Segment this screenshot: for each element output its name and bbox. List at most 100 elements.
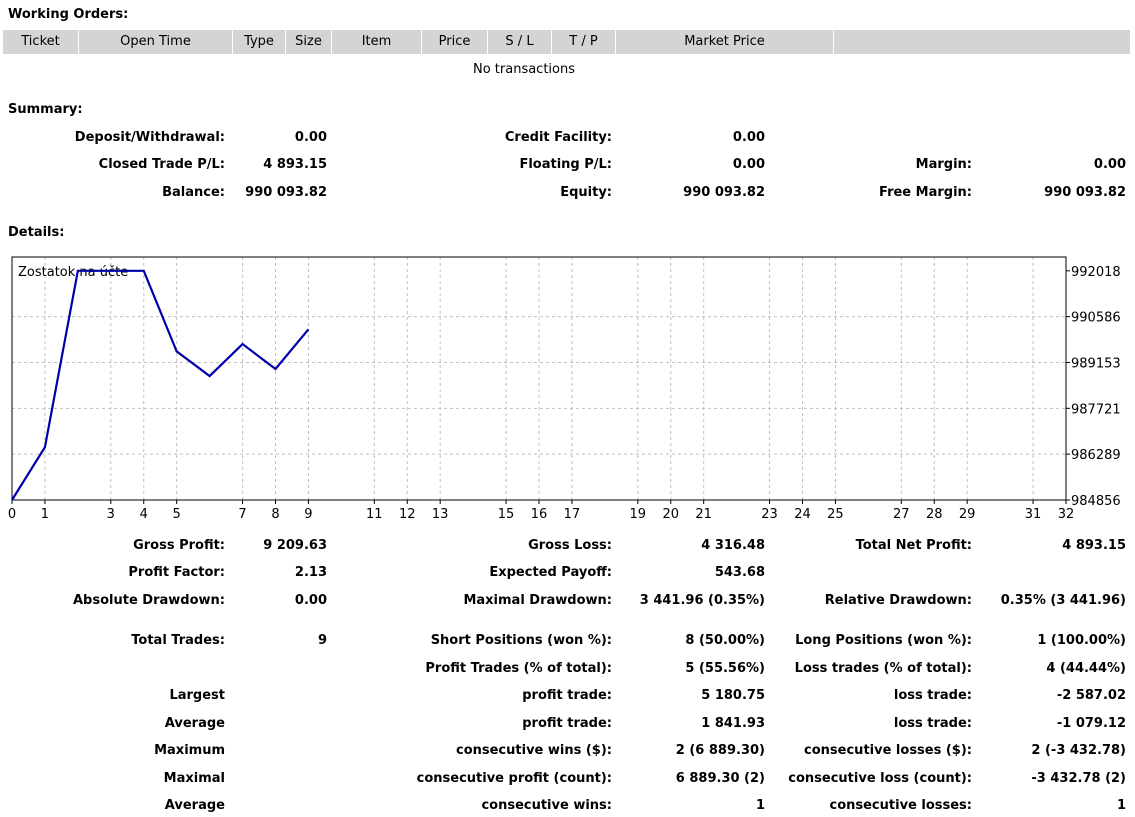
deposit-value: 0.00: [294, 130, 327, 145]
x-tick-label: 4: [140, 507, 148, 522]
loss-trades-value: 4 (44.44%): [1046, 661, 1126, 676]
chart-series: [11, 269, 310, 501]
x-tick-label: 29: [959, 507, 976, 522]
deposit-label: Deposit/Withdrawal:: [74, 130, 225, 145]
free-margin-label: Free Margin:: [879, 185, 972, 200]
closed-pl-value: 4 893.15: [263, 157, 327, 172]
average-profit-trade-label: profit trade:: [522, 716, 612, 731]
maximal-label: Maximal: [163, 771, 225, 786]
x-tick-label: 15: [498, 507, 515, 522]
balance-value: 990 093.82: [245, 185, 327, 200]
maximal-consecutive-loss-label: consecutive loss (count):: [788, 771, 972, 786]
column-header-market-price[interactable]: Market Price: [616, 30, 834, 54]
column-header-type[interactable]: Type: [233, 30, 286, 54]
long-positions-value: 1 (100.00%): [1037, 633, 1126, 648]
max-consecutive-losses-label: consecutive losses ($):: [804, 743, 972, 758]
largest-label: Largest: [169, 688, 225, 703]
gross-loss-label: Gross Loss:: [528, 538, 612, 553]
column-header-size[interactable]: Size: [286, 30, 332, 54]
x-tick-label: 7: [238, 507, 246, 522]
short-positions-value: 8 (50.00%): [685, 633, 765, 648]
margin-value: 0.00: [1093, 157, 1126, 172]
equity-value: 990 093.82: [683, 185, 765, 200]
working-orders-header: Ticket Open Time Type Size Item Price S …: [3, 30, 1130, 54]
maximal-consecutive-profit-label: consecutive profit (count):: [416, 771, 612, 786]
x-tick-label: 21: [695, 507, 712, 522]
relative-drawdown-label: Relative Drawdown:: [824, 593, 972, 608]
average-consecutive-losses-value: 1: [1116, 798, 1126, 813]
details-title: Details:: [8, 225, 65, 240]
total-net-profit-label: Total Net Profit:: [855, 538, 972, 553]
column-header-tp[interactable]: T / P: [552, 30, 616, 54]
column-header-item[interactable]: Item: [332, 30, 422, 54]
expected-payoff-label: Expected Payoff:: [489, 565, 612, 580]
expected-payoff-value: 543.68: [714, 565, 765, 580]
column-header-sl[interactable]: S / L: [488, 30, 552, 54]
column-header-open-time[interactable]: Open Time: [79, 30, 233, 54]
average-consecutive-label: Average: [164, 798, 225, 813]
largest-profit-trade-label: profit trade:: [522, 688, 612, 703]
balance-line: [11, 269, 310, 501]
chart-grid: [12, 257, 1066, 500]
x-tick-label: 25: [827, 507, 844, 522]
x-tick-label: 27: [893, 507, 910, 522]
profit-factor-value: 2.13: [294, 565, 327, 580]
no-transactions-text: No transactions: [472, 62, 576, 77]
total-trades-label: Total Trades:: [131, 633, 225, 648]
max-consecutive-wins-value: 2 (6 889.30): [675, 743, 765, 758]
absolute-drawdown-label: Absolute Drawdown:: [73, 593, 225, 608]
average-label: Average: [164, 716, 225, 731]
x-tick-label: 8: [271, 507, 279, 522]
x-tick-label: 11: [366, 507, 383, 522]
maximal-drawdown-label: Maximal Drawdown:: [463, 593, 612, 608]
gross-loss-value: 4 316.48: [701, 538, 765, 553]
maximal-consecutive-profit-value: 6 889.30 (2): [675, 771, 765, 786]
y-tick-label: 990586: [1071, 311, 1121, 326]
y-tick-label: 987721: [1071, 402, 1121, 417]
y-tick-label: 986289: [1071, 448, 1121, 463]
maximal-drawdown-value: 3 441.96 (0.35%): [639, 593, 765, 608]
x-tick-label: 20: [662, 507, 679, 522]
x-tick-label: 24: [794, 507, 811, 522]
credit-label: Credit Facility:: [504, 130, 612, 145]
short-positions-label: Short Positions (won %):: [430, 633, 612, 648]
x-tick-label: 16: [531, 507, 548, 522]
relative-drawdown-value: 0.35% (3 441.96): [1000, 593, 1126, 608]
largest-loss-trade-value: -2 587.02: [1056, 688, 1126, 703]
average-consecutive-wins-label: consecutive wins:: [481, 798, 612, 813]
maximal-consecutive-loss-value: -3 432.78 (2): [1031, 771, 1126, 786]
x-tick-label: 1: [41, 507, 49, 522]
maximum-label: Maximum: [154, 743, 225, 758]
x-tick-label: 13: [432, 507, 449, 522]
floating-pl-label: Floating P/L:: [519, 157, 612, 172]
closed-pl-label: Closed Trade P/L:: [98, 157, 225, 172]
x-tick-label: 5: [173, 507, 181, 522]
loss-trades-label: Loss trades (% of total):: [794, 661, 972, 676]
profit-factor-label: Profit Factor:: [128, 565, 225, 580]
largest-profit-trade-value: 5 180.75: [701, 688, 765, 703]
total-trades-value: 9: [317, 633, 327, 648]
average-consecutive-losses-label: consecutive losses:: [829, 798, 972, 813]
column-header-ticket[interactable]: Ticket: [3, 30, 79, 54]
credit-value: 0.00: [732, 130, 765, 145]
y-tick-label: 992018: [1071, 265, 1121, 280]
max-consecutive-wins-label: consecutive wins ($):: [455, 743, 612, 758]
x-tick-label: 12: [399, 507, 416, 522]
free-margin-value: 990 093.82: [1044, 185, 1126, 200]
gross-profit-value: 9 209.63: [263, 538, 327, 553]
balance-chart: Zostatok na účte 992018 990586 989153 98772…: [8, 256, 1121, 522]
chart-x-ticks: 0 1 3 4 5 7 8 9 11 12 13 15 16 17 19 20 21 23 24 25 27 28 29 31…: [8, 500, 1074, 522]
profit-trades-label: Profit Trades (% of total):: [425, 661, 612, 676]
chart-title: Zostatok na účte: [18, 265, 128, 280]
x-tick-label: 23: [761, 507, 778, 522]
average-consecutive-wins-value: 1: [755, 798, 765, 813]
chart-y-ticks: 992018 990586 989153 987721 986289 984856: [1066, 265, 1121, 509]
x-tick-label: 0: [8, 507, 16, 522]
working-orders-title: Working Orders:: [8, 7, 129, 22]
equity-label: Equity:: [560, 185, 612, 200]
total-net-profit-value: 4 893.15: [1062, 538, 1126, 553]
x-tick-label: 17: [564, 507, 581, 522]
column-header-price[interactable]: Price: [422, 30, 488, 54]
x-tick-label: 28: [926, 507, 943, 522]
largest-loss-trade-label: loss trade:: [893, 688, 972, 703]
